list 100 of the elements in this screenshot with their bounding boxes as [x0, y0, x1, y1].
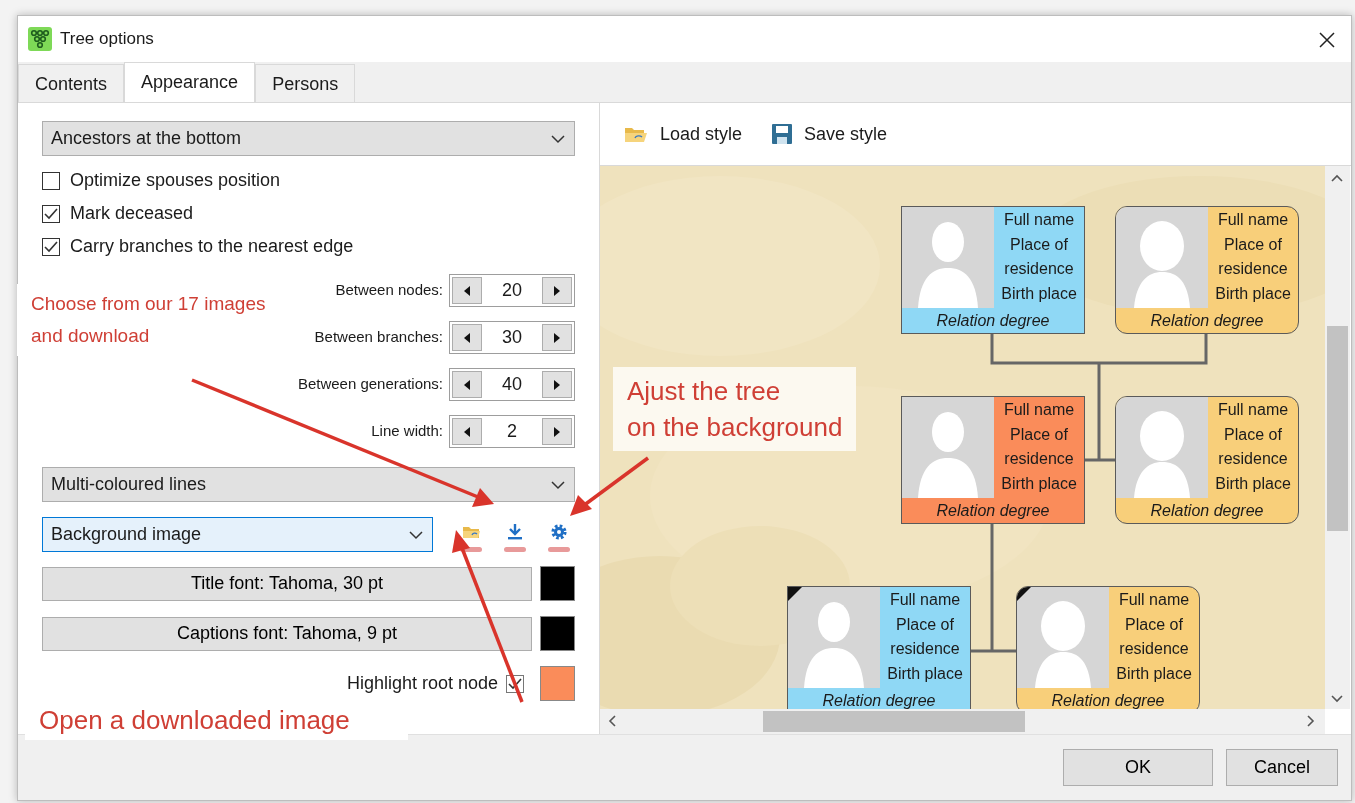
person-card[interactable]: Full name Place of residence Birth place Relation degree: [1115, 396, 1299, 524]
layout-dropdown[interactable]: Ancestors at the bottom: [42, 121, 575, 156]
lines-dropdown[interactable]: Multi-coloured lines: [42, 467, 575, 502]
person-field: Full name: [880, 588, 970, 613]
checkbox[interactable]: [42, 171, 60, 190]
person-field: Birth place: [880, 661, 970, 686]
tab[interactable]: Appearance: [124, 62, 256, 103]
left-triangle-icon: [464, 332, 470, 343]
background-dropdown[interactable]: Background image: [42, 517, 433, 552]
download-icon: [506, 523, 524, 541]
person-field: Birth place: [994, 471, 1084, 496]
tab[interactable]: Persons: [255, 64, 356, 102]
scroll-down-icon: [1331, 695, 1343, 703]
decrement-button[interactable]: [452, 371, 482, 398]
highlight-dash: [548, 547, 570, 552]
field-label: Between generations:: [297, 374, 443, 395]
decrement-button[interactable]: [452, 277, 482, 304]
font-button[interactable]: Title font: Tahoma, 30 pt: [42, 566, 532, 601]
checkbox-label: Optimize spouses position: [70, 169, 281, 192]
increment-button[interactable]: [542, 418, 572, 445]
scroll-left-icon: [608, 715, 616, 727]
checkbox-label: Carry branches to the nearest edge: [70, 235, 354, 258]
app-icon: [28, 27, 52, 51]
person-field: Place of residence: [994, 232, 1084, 282]
dialog-button[interactable]: Cancel: [1226, 749, 1338, 786]
relation-label: Relation degree: [935, 311, 1051, 331]
person-field: Place of residence: [880, 612, 970, 662]
person-field: Full name: [994, 208, 1084, 233]
increment-button[interactable]: [542, 324, 572, 351]
scrollbar-thumb[interactable]: [1327, 326, 1348, 531]
checkbox-label: Highlight root node: [346, 672, 498, 695]
increment-button[interactable]: [542, 371, 572, 398]
spin-value: 2: [506, 420, 518, 443]
decrement-button[interactable]: [452, 324, 482, 351]
field-label: Line width:: [371, 421, 443, 442]
color-swatch[interactable]: [540, 616, 575, 651]
right-triangle-icon: [554, 332, 560, 343]
checkbox-label: Mark deceased: [70, 202, 194, 225]
person-card[interactable]: Full name Place of residence Birth place Relation degree: [901, 396, 1085, 524]
highlight-dash: [504, 547, 526, 552]
vertical-scrollbar[interactable]: [1325, 166, 1350, 709]
left-triangle-icon: [464, 285, 470, 296]
relation-label: Relation degree: [821, 691, 937, 709]
close-icon: [1319, 31, 1335, 48]
person-field: Birth place: [1208, 281, 1298, 306]
person-field: Birth place: [994, 281, 1084, 306]
person-field: Full name: [1109, 588, 1199, 613]
spin-box[interactable]: 2: [449, 415, 575, 448]
relation-label: Relation degree: [1149, 501, 1265, 521]
checkbox[interactable]: [42, 237, 60, 256]
color-swatch[interactable]: [540, 566, 575, 601]
dialog-button[interactable]: OK: [1063, 749, 1213, 786]
font-button[interactable]: Captions font: Tahoma, 9 pt: [42, 616, 532, 651]
decrement-button[interactable]: [452, 418, 482, 445]
right-triangle-icon: [554, 285, 560, 296]
person-field: Place of residence: [994, 422, 1084, 472]
dropdown-caret-icon: [550, 133, 566, 144]
person-field: Place of residence: [1208, 232, 1298, 282]
spin-box[interactable]: 30: [449, 321, 575, 354]
person-card[interactable]: Full name Place of residence Birth place Relation degree: [1115, 206, 1299, 334]
right-triangle-icon: [554, 426, 560, 437]
dropdown-caret-icon: [408, 529, 424, 540]
select-value: Ancestors at the bottom: [51, 127, 243, 150]
person-card[interactable]: Full name Place of residence Birth place Relation degree: [787, 586, 971, 709]
person-field: Full name: [994, 398, 1084, 423]
field-label: Between branches:: [314, 327, 443, 348]
person-field: Place of residence: [1109, 612, 1199, 662]
spin-value: 20: [501, 279, 523, 302]
check-icon: [44, 207, 58, 220]
field-label: Between nodes:: [335, 280, 443, 301]
person-field: Full name: [1208, 398, 1298, 423]
person-field: Place of residence: [1208, 422, 1298, 472]
relation-label: Relation degree: [1050, 691, 1166, 709]
person-card[interactable]: Full name Place of residence Birth place Relation degree: [1016, 586, 1200, 709]
person-field: Birth place: [1208, 471, 1298, 496]
person-field: Full name: [1208, 208, 1298, 233]
check-icon: [44, 240, 58, 253]
increment-button[interactable]: [542, 277, 572, 304]
color-swatch[interactable]: [540, 666, 575, 701]
toolbar-button[interactable]: Save style: [772, 120, 888, 148]
person-card[interactable]: Full name Place of residence Birth place Relation degree: [901, 206, 1085, 334]
spin-value: 30: [501, 326, 523, 349]
spin-box[interactable]: 20: [449, 274, 575, 307]
tab[interactable]: Contents: [18, 64, 125, 102]
check-icon: [508, 677, 522, 690]
person-field: Birth place: [1109, 661, 1199, 686]
select-value: Background image: [51, 523, 203, 546]
scroll-right-icon: [1307, 715, 1315, 727]
scroll-up-icon: [1331, 174, 1343, 182]
spin-box[interactable]: 40: [449, 368, 575, 401]
horizontal-scrollbar[interactable]: [600, 709, 1325, 734]
relation-label: Relation degree: [1149, 311, 1265, 331]
spin-value: 40: [501, 373, 523, 396]
scrollbar-thumb[interactable]: [763, 711, 1025, 732]
left-triangle-icon: [464, 379, 470, 390]
checkbox[interactable]: [42, 204, 60, 223]
window-title: Tree options: [60, 28, 154, 51]
toolbar-button[interactable]: Load style: [624, 120, 743, 148]
settings-icon: [550, 523, 568, 541]
select-value: Multi-coloured lines: [51, 473, 208, 496]
